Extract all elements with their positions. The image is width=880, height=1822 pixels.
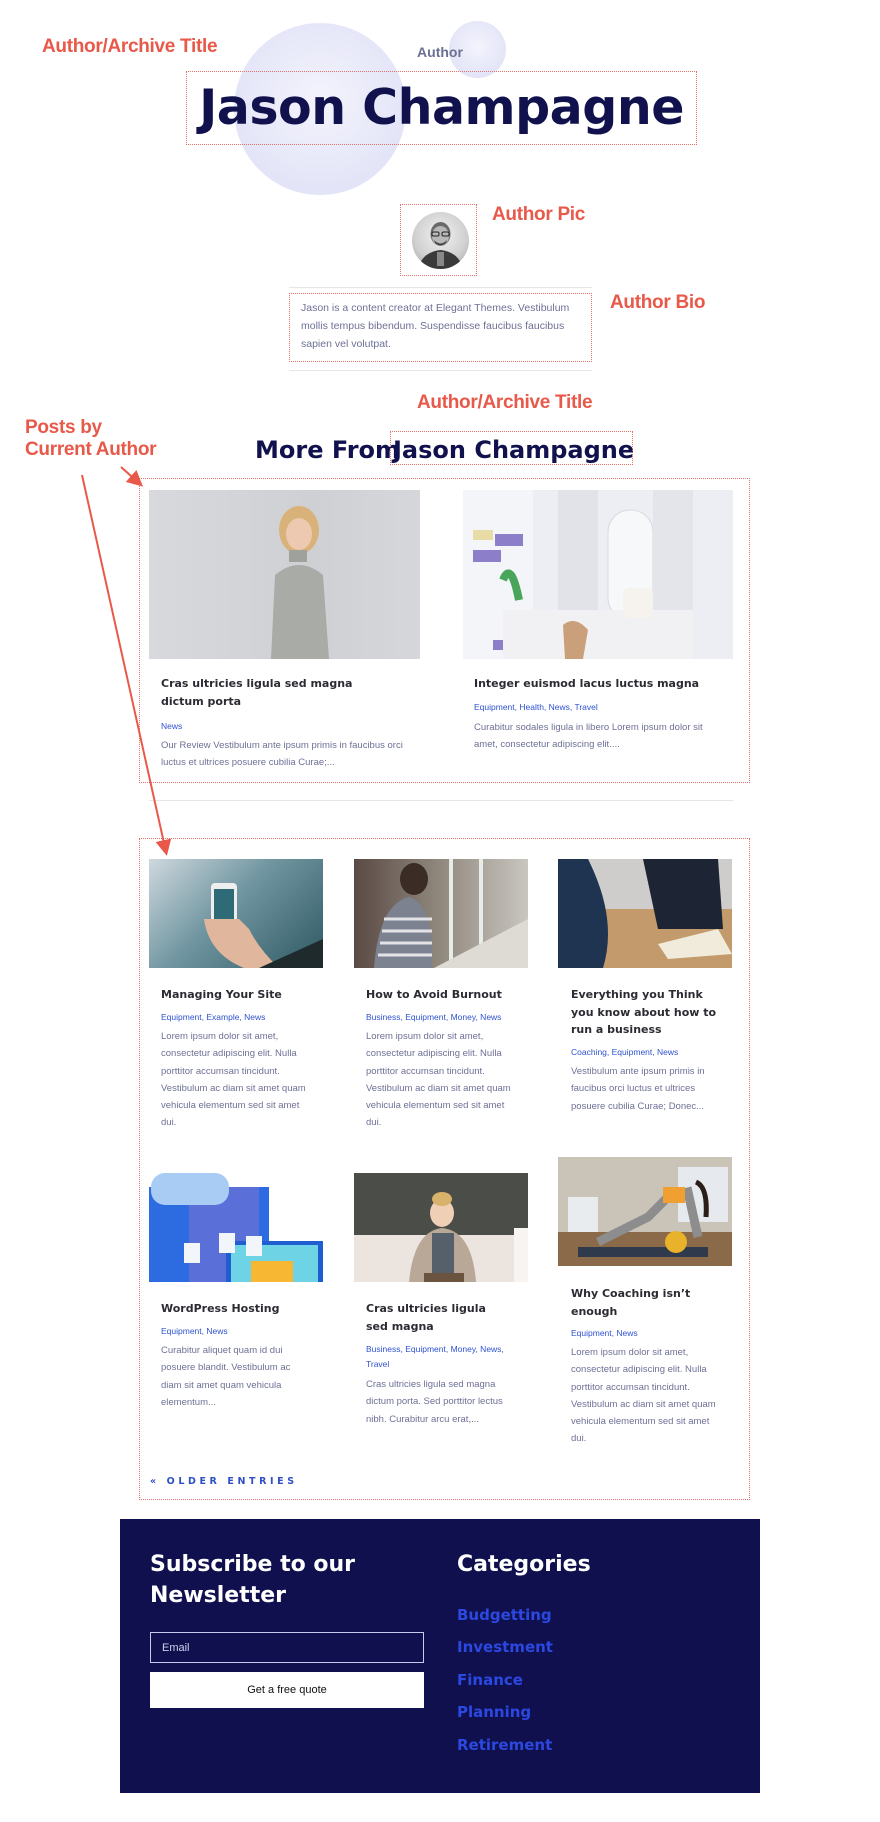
categories-title: Categories [457,1552,591,1577]
arrow-to-grid-posts [81,474,172,856]
newsletter-title: Subscribe to our Newsletter [150,1552,356,1608]
footer: Subscribe to our Newsletter Get a free q… [120,1519,760,1793]
category-link-planning[interactable]: Planning [457,1702,531,1722]
category-link-investment[interactable]: Investment [457,1637,553,1657]
category-link-retirement[interactable]: Retirement [457,1735,552,1755]
arrow-to-featured-posts [120,466,143,487]
email-input[interactable] [150,1632,424,1663]
category-link-finance[interactable]: Finance [457,1670,523,1690]
category-link-budgetting[interactable]: Budgetting [457,1605,552,1625]
get-free-quote-button[interactable]: Get a free quote [150,1672,424,1708]
